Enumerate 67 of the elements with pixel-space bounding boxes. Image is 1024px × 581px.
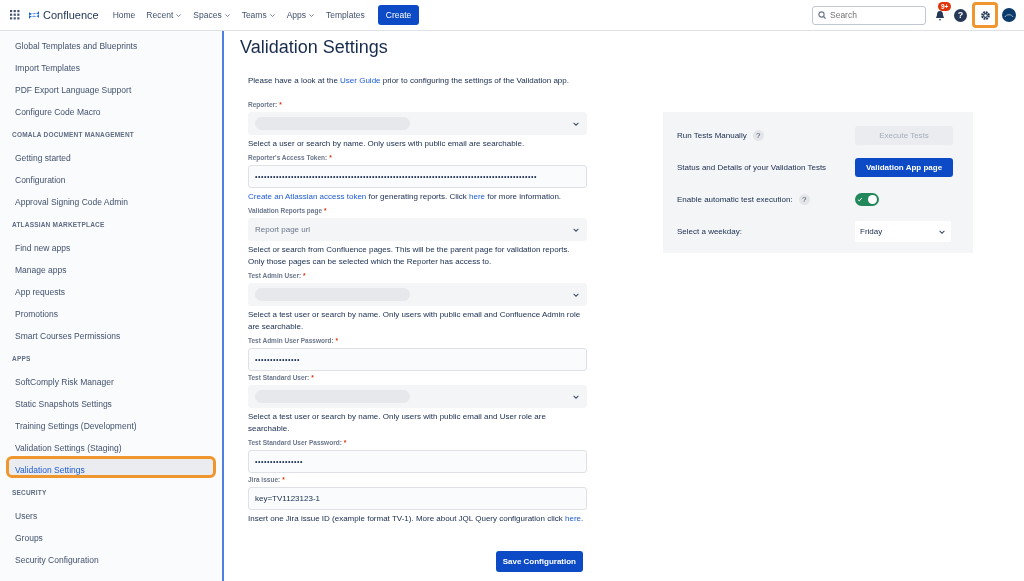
help-text: Create an Atlassian access token for generating reports. Click here for more information.	[248, 191, 563, 203]
product-name: Confluence	[43, 9, 99, 21]
sidebar-item[interactable]: Validation Settings (Staging)	[6, 434, 216, 456]
help-text: Select a user or search by name. Only users with public email are searchable.	[248, 138, 526, 150]
setting-label: Enable automatic test execution:	[677, 195, 793, 204]
sidebar-item[interactable]: Training Settings (Development)	[6, 412, 216, 434]
help-button[interactable]: ?	[954, 8, 967, 22]
chevron-icon	[268, 11, 276, 19]
sidebar-item[interactable]: App requests	[6, 278, 216, 300]
logo-icon	[28, 9, 40, 21]
sidebar-item[interactable]: Promotions	[6, 300, 216, 322]
help-text: Select a test user or search by name. Only users with public email and Confluence Admin role are searchable.	[248, 309, 582, 333]
intro-text: Please have a look at the User Guide prior to configuring the settings of the Validation app.	[248, 76, 570, 85]
help-icon[interactable]: ?	[798, 194, 810, 205]
sidebar-item[interactable]: Users	[6, 502, 216, 524]
avatar-icon[interactable]	[1002, 8, 1016, 22]
sidebar-item[interactable]: Import Templates	[6, 54, 216, 76]
page-title: Validation Settings	[240, 37, 389, 58]
select-field[interactable]	[248, 385, 587, 408]
nav-link[interactable]: Home	[112, 10, 136, 20]
help-text: Insert one Jira issue ID (example format TV-1). More about JQL Query configuration click here.	[248, 513, 585, 525]
sidebar-item[interactable]: SoftComply Risk Manager	[6, 368, 216, 390]
check-icon	[857, 197, 863, 202]
create-button[interactable]: Create	[377, 5, 420, 25]
nav-link[interactable]: Teams	[241, 10, 276, 20]
select-field[interactable]	[248, 112, 587, 135]
sidebar-item[interactable]: Security Configuration	[6, 546, 216, 568]
settings-icon	[978, 8, 992, 22]
nav-link[interactable]: Spaces	[193, 10, 231, 20]
input-field[interactable]: key=TV1123123-1	[248, 487, 587, 510]
chevron-icon	[175, 11, 183, 19]
setting-label: Run Tests Manually	[677, 131, 747, 140]
select-field[interactable]	[248, 283, 587, 306]
settings-button[interactable]	[972, 2, 998, 28]
help-text: Select or search from Confluence pages. This will be the parent page for validation reports. Only those pages can be selected which the Reporter has access to.	[248, 244, 571, 268]
sidebar-item[interactable]: Configuration	[6, 166, 216, 188]
toggle-switch[interactable]	[855, 193, 879, 206]
app-switcher-icon[interactable]	[10, 10, 20, 20]
sidebar-item[interactable]: PDF Export Language Support	[6, 76, 216, 98]
sidebar-item[interactable]: Groups	[6, 524, 216, 546]
help-text: Select a test user or search by name. Only users with public email and User role are searchable.	[248, 411, 547, 435]
sidebar-item[interactable]: Global Templates and Blueprints	[6, 32, 216, 54]
sidebar-item[interactable]: Validation Settings	[6, 456, 216, 478]
nav-link[interactable]: Apps	[286, 10, 316, 20]
select-field[interactable]: Report page url	[248, 218, 587, 241]
link[interactable]: User Guide	[340, 76, 381, 85]
sidebar-item[interactable]: Approval Signing Code Admin	[6, 188, 216, 210]
action-button[interactable]: Validation App page	[855, 158, 953, 177]
help-icon[interactable]: ?	[752, 130, 764, 141]
nav-link[interactable]: Recent	[146, 10, 183, 20]
nav-link[interactable]: Templates	[326, 10, 365, 20]
sidebar-item[interactable]: Configure Code Macro	[6, 98, 216, 120]
setting-label: Status and Details of your Validation Tests	[677, 163, 827, 172]
notification-icon[interactable]	[934, 10, 946, 22]
link[interactable]: Create an Atlassian access token	[248, 192, 367, 201]
sidebar-item[interactable]: Find new apps	[6, 234, 216, 256]
link[interactable]: here	[469, 192, 486, 201]
sidebar-item[interactable]: Static Snapshots Settings	[6, 390, 216, 412]
weekday-select[interactable]: Friday	[855, 221, 951, 242]
search-field[interactable]: Search	[812, 5, 926, 25]
chevron-icon	[223, 11, 231, 19]
save-button[interactable]: Save Configuration	[495, 551, 583, 572]
chevron-icon	[308, 11, 316, 19]
sidebar-item[interactable]: Manage apps	[6, 256, 216, 278]
setting-label: Select a weekday:	[677, 227, 742, 236]
sidebar-item[interactable]: Getting started	[6, 144, 216, 166]
sidebar-item[interactable]: Smart Courses Permissions	[6, 322, 216, 344]
